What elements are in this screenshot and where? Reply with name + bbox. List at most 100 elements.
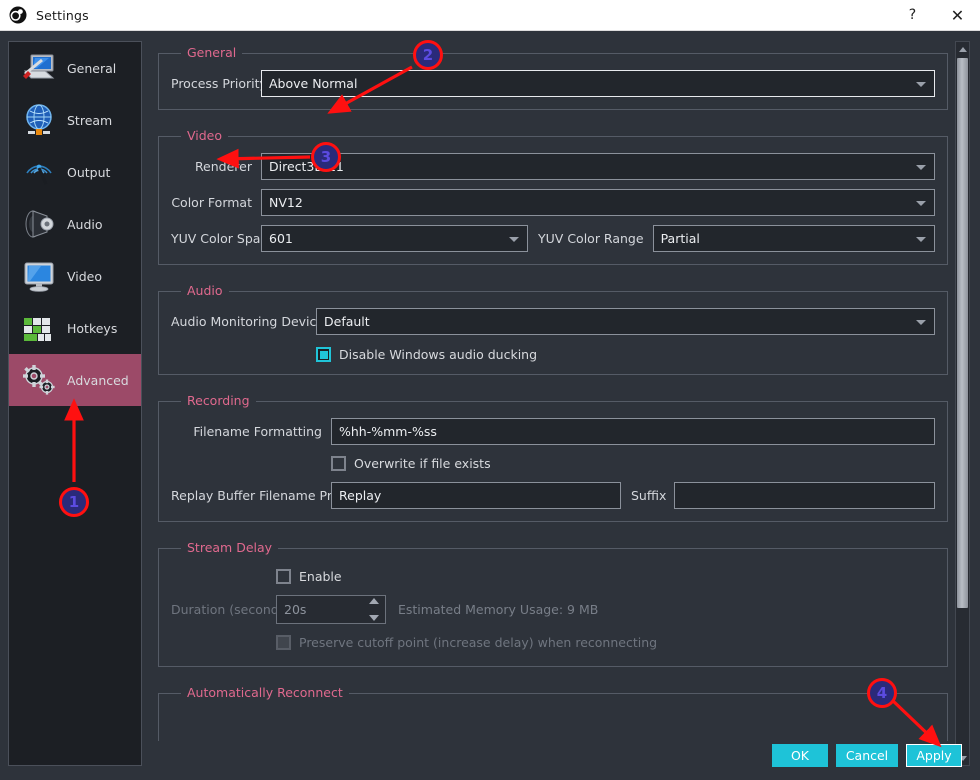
filename-formatting-input[interactable]: %hh-%mm-%ss (331, 418, 935, 445)
overwrite-if-exists-label: Overwrite if file exists (354, 456, 491, 471)
scroll-up-icon (958, 46, 967, 52)
overwrite-if-exists-checkbox[interactable]: Overwrite if file exists (331, 456, 491, 471)
sidebar-item-label: Audio (67, 216, 103, 232)
disable-audio-ducking-checkbox[interactable]: Disable Windows audio ducking (316, 347, 537, 362)
output-icon (17, 151, 61, 193)
duration-spinbox[interactable]: 20s (276, 595, 386, 624)
ok-button[interactable]: OK (772, 743, 828, 767)
process-priority-value: Above Normal (269, 76, 358, 91)
vertical-scrollbar[interactable] (955, 41, 970, 766)
annotation-marker-4: 4 (867, 678, 897, 708)
sidebar-item-video[interactable]: Video (9, 250, 141, 302)
annotation-marker-3: 3 (311, 142, 341, 172)
row-audio-monitoring-device: Audio Monitoring Device Default (171, 308, 935, 335)
row-filename-formatting: Filename Formatting %hh-%mm-%ss (171, 418, 935, 445)
stream-icon (17, 99, 61, 141)
color-format-label: Color Format (171, 195, 252, 210)
dialog-body: General Stream Output Audio Video Hotkey… (0, 31, 980, 780)
audio-monitoring-device-label: Audio Monitoring Device (171, 314, 325, 329)
annotation-marker-1: 1 (59, 487, 89, 517)
sidebar-item-label: Hotkeys (67, 320, 118, 336)
scrollbar-thumb[interactable] (957, 58, 968, 608)
sidebar-item-label: Output (67, 164, 111, 180)
sidebar-item-label: General (67, 60, 117, 76)
row-color-format: Color Format NV12 (171, 189, 935, 216)
replay-buffer-prefix-value: Replay (339, 488, 382, 503)
audio-monitoring-device-combobox[interactable]: Default (316, 308, 935, 335)
row-process-priority: Process Priority Above Normal (171, 70, 935, 97)
group-video: Video Renderer Direct3D 11 Color Format … (158, 128, 948, 265)
chevron-down-icon (509, 236, 520, 242)
chevron-down-icon (916, 236, 927, 242)
advanced-icon (17, 359, 61, 401)
color-format-value: NV12 (269, 195, 303, 210)
group-audio: Audio Audio Monitoring Device Default Di… (158, 283, 948, 375)
yuv-color-space-value: 601 (269, 231, 293, 246)
group-stream-delay: Stream Delay Enable Duration (seconds) 2… (158, 540, 948, 667)
obs-logo-icon (9, 6, 27, 24)
sidebar-item-stream[interactable]: Stream (9, 94, 141, 146)
group-title: Stream Delay (181, 540, 279, 555)
checkbox-unchecked-icon (331, 456, 346, 471)
row-overwrite: Overwrite if file exists (171, 456, 935, 471)
replay-buffer-prefix-label: Replay Buffer Filename Prefix (171, 488, 355, 503)
hotkeys-icon (17, 307, 61, 349)
yuv-color-range-combobox[interactable]: Partial (652, 225, 936, 252)
estimated-memory-usage-text: Estimated Memory Usage: 9 MB (398, 602, 599, 617)
group-general: General Process Priority Above Normal (158, 45, 948, 110)
close-icon[interactable]: ✕ (935, 0, 980, 31)
scrollbar-up-button[interactable] (956, 42, 969, 56)
filename-formatting-label: Filename Formatting (193, 424, 322, 439)
checkbox-checked-icon (316, 347, 331, 362)
row-preserve-cutoff: Preserve cutoff point (increase delay) w… (171, 635, 935, 650)
suffix-label: Suffix (631, 488, 667, 503)
replay-buffer-prefix-input[interactable]: Replay (331, 482, 621, 509)
preserve-cutoff-checkbox: Preserve cutoff point (increase delay) w… (276, 635, 657, 650)
preserve-cutoff-label: Preserve cutoff point (increase delay) w… (299, 635, 658, 650)
audio-monitoring-device-value: Default (324, 314, 370, 329)
help-button[interactable]: ? (890, 0, 935, 31)
row-stream-delay-enable: Enable (171, 569, 935, 584)
sidebar-item-audio[interactable]: Audio (9, 198, 141, 250)
group-title: Automatically Reconnect (181, 685, 349, 700)
stream-delay-enable-checkbox[interactable]: Enable (276, 569, 342, 584)
duration-value: 20s (284, 602, 307, 617)
settings-content-scrollarea[interactable]: General Process Priority Above Normal Vi… (150, 41, 956, 741)
sidebar-item-hotkeys[interactable]: Hotkeys (9, 302, 141, 354)
dialog-button-bar: OK Cancel Apply (0, 738, 980, 772)
group-auto-reconnect: Automatically Reconnect (158, 685, 948, 741)
spinbox-arrows[interactable] (367, 598, 381, 621)
group-title: General (181, 45, 243, 60)
color-format-combobox[interactable]: NV12 (261, 189, 935, 216)
renderer-label: Renderer (194, 159, 252, 174)
duration-label: Duration (seconds) (171, 602, 291, 617)
group-title: Audio (181, 283, 229, 298)
yuv-color-space-label: YUV Color Space (171, 231, 276, 246)
chevron-down-icon (916, 81, 926, 87)
cancel-button[interactable]: Cancel (836, 743, 898, 767)
chevron-down-icon (916, 200, 926, 206)
spinner-down-icon[interactable] (369, 615, 379, 621)
window-title: Settings (36, 7, 89, 23)
disable-audio-ducking-label: Disable Windows audio ducking (339, 347, 538, 362)
general-icon (17, 47, 61, 89)
filename-formatting-value: %hh-%mm-%ss (339, 424, 437, 439)
stream-delay-enable-label: Enable (299, 569, 342, 584)
video-icon (17, 255, 61, 297)
renderer-combobox[interactable]: Direct3D 11 (261, 153, 935, 180)
sidebar-item-general[interactable]: General (9, 42, 141, 94)
apply-button[interactable]: Apply (906, 743, 962, 767)
group-title: Recording (181, 393, 256, 408)
suffix-input[interactable] (674, 482, 935, 509)
group-recording: Recording Filename Formatting %hh-%mm-%s… (158, 393, 948, 522)
sidebar-item-advanced[interactable]: Advanced (9, 354, 141, 406)
row-replay-prefix: Replay Buffer Filename Prefix Replay Suf… (171, 482, 935, 509)
settings-sidebar: General Stream Output Audio Video Hotkey… (8, 41, 142, 766)
process-priority-combobox[interactable]: Above Normal (261, 70, 935, 97)
window-titlebar: Settings ? ✕ (0, 0, 980, 31)
sidebar-item-label: Stream (67, 112, 113, 128)
annotation-marker-2: 2 (413, 40, 443, 70)
spinner-up-icon[interactable] (369, 598, 379, 604)
yuv-color-space-combobox[interactable]: 601 (261, 225, 529, 252)
sidebar-item-output[interactable]: Output (9, 146, 141, 198)
